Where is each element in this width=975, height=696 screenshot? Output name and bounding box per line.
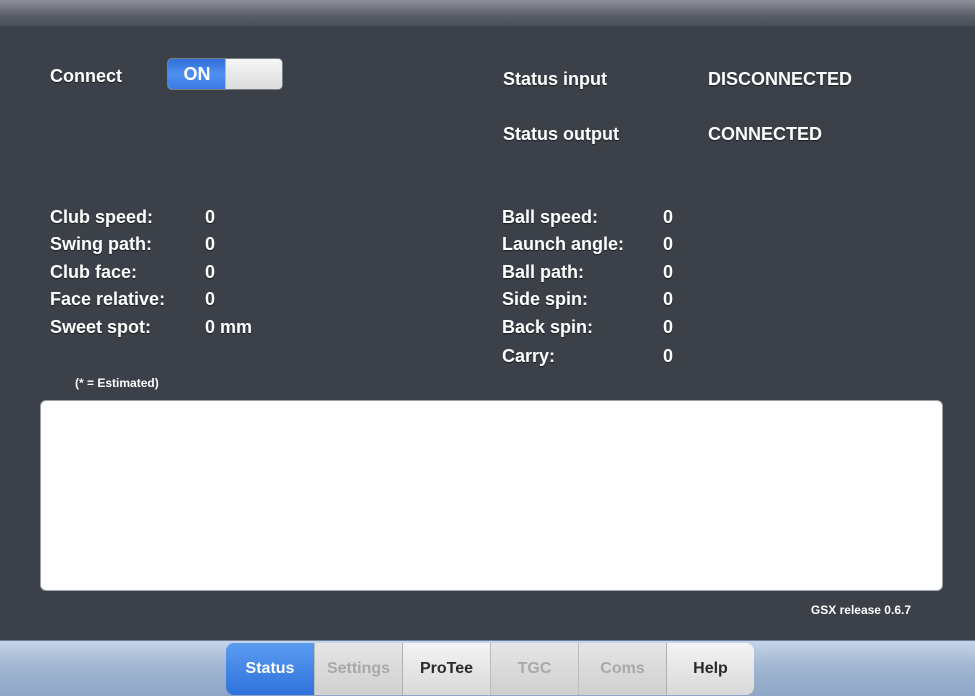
tab-coms[interactable]: Coms <box>578 643 666 695</box>
launch-angle-label: Launch angle: <box>502 234 625 254</box>
swing-path-label: Swing path: <box>50 234 152 254</box>
toggle-knob[interactable] <box>225 59 282 89</box>
back-spin-label: Back spin: <box>502 317 594 337</box>
tab-tgc[interactable]: TGC <box>490 643 578 695</box>
status-input-value: DISCONNECTED <box>708 69 853 89</box>
log-text-area[interactable] <box>40 400 943 591</box>
face-relative-label: Face relative: <box>50 289 166 309</box>
estimated-note: (* = Estimated) <box>75 376 159 390</box>
club-speed-value: 0 <box>205 207 216 227</box>
toggle-on-label: ON <box>168 59 226 89</box>
swing-path-value: 0 <box>205 234 216 254</box>
ball-path-value: 0 <box>663 262 674 282</box>
sweet-spot-label: Sweet spot: <box>50 317 152 337</box>
connect-label: Connect <box>50 66 122 86</box>
side-spin-label: Side spin: <box>502 289 589 309</box>
carry-value: 0 <box>663 346 674 366</box>
tab-help[interactable]: Help <box>666 643 754 695</box>
status-input-label: Status input <box>503 69 607 89</box>
club-speed-label: Club speed: <box>50 207 154 227</box>
ball-speed-value: 0 <box>663 207 674 227</box>
tab-status[interactable]: Status <box>226 643 314 695</box>
ball-path-label: Ball path: <box>502 262 585 282</box>
launch-angle-value: 0 <box>663 234 674 254</box>
tab-group: Status Settings ProTee TGC Coms Help <box>226 643 754 695</box>
ball-speed-label: Ball speed: <box>502 207 599 227</box>
status-output-value: CONNECTED <box>708 124 823 144</box>
club-face-label: Club face: <box>50 262 138 282</box>
status-output-label: Status output <box>503 124 619 144</box>
club-face-value: 0 <box>205 262 216 282</box>
tab-bar: Status Settings ProTee TGC Coms Help <box>0 640 975 696</box>
face-relative-value: 0 <box>205 289 216 309</box>
connect-toggle[interactable]: ON <box>167 58 283 90</box>
tab-settings[interactable]: Settings <box>314 643 402 695</box>
carry-label: Carry: <box>502 346 556 366</box>
back-spin-value: 0 <box>663 317 674 337</box>
side-spin-value: 0 <box>663 289 674 309</box>
top-bar <box>0 0 975 26</box>
tab-protee[interactable]: ProTee <box>402 643 490 695</box>
release-version: GSX release 0.6.7 <box>810 603 911 617</box>
sweet-spot-value: 0 mm <box>205 317 253 337</box>
